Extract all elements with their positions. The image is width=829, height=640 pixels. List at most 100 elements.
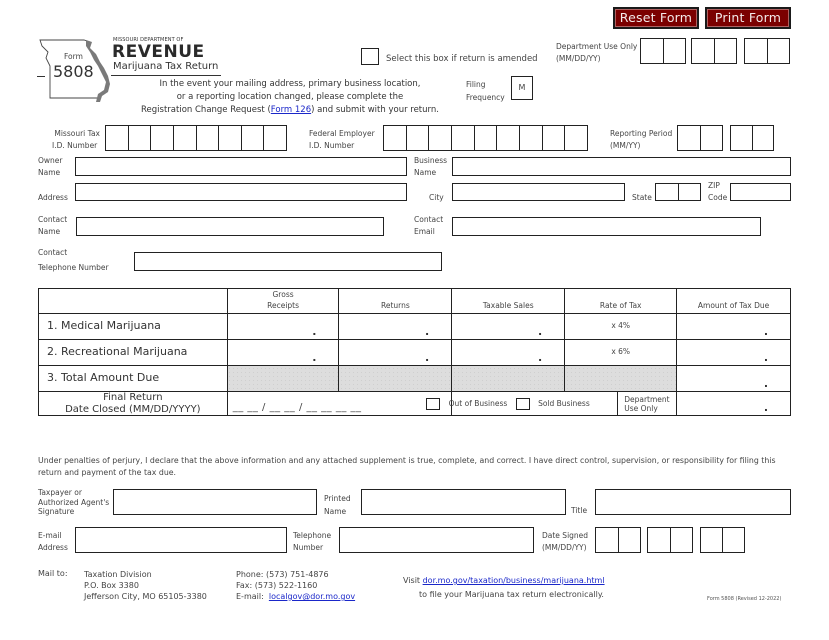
dept-use-month[interactable] [640, 38, 686, 64]
title-input[interactable] [595, 489, 791, 515]
email-text: E-mail [38, 531, 62, 540]
reporting-period-label: Reporting Period (MM/YY) [610, 128, 672, 152]
business-name-text: Name [414, 168, 437, 177]
printed-name-label: Printed Name [324, 492, 351, 518]
contact-info: Phone: (573) 751-4876 Fax: (573) 522-116… [236, 569, 355, 602]
city-input[interactable] [452, 183, 625, 201]
shaded-cell [338, 365, 453, 392]
address-label: Address [38, 193, 68, 202]
visit-line-2: to file your Marijuana tax return electr… [419, 590, 604, 599]
shaded-cell [451, 365, 566, 392]
contact-email-text: Contact [414, 215, 444, 224]
dept-use-day[interactable] [691, 38, 737, 64]
table-row: 2. Recreational Marijuana . . . x 6% . [38, 339, 791, 366]
state-input[interactable] [655, 183, 701, 201]
dept-use-year[interactable] [744, 38, 790, 64]
email-label: E-mail Address [38, 530, 68, 554]
dept-use-text: Department Use Only [556, 42, 638, 51]
notice-line-3: Registration Change Request (Form 126) a… [120, 104, 460, 117]
row-label: 3. Total Amount Due [38, 365, 228, 392]
reporting-period-month[interactable] [677, 125, 723, 151]
out-of-business-label: Out of Business [448, 398, 508, 408]
date-signed-text: Date Signed [542, 531, 589, 540]
address-change-notice: In the event your mailing address, prima… [120, 78, 460, 117]
medical-returns-input[interactable]: . [338, 313, 453, 340]
form-126-link[interactable]: Form 126 [271, 105, 311, 115]
header-taxable-sales: Taxable Sales [451, 288, 566, 314]
notice-line-1: In the event your mailing address, prima… [159, 79, 421, 89]
filing-text: Filing [466, 80, 486, 89]
final-return-row: Final Return Date Closed (MM/DD/YYYY) __… [38, 391, 791, 416]
printed-name-input[interactable] [361, 489, 566, 515]
telephone-number-text: Telephone Number [38, 263, 109, 272]
name-text: Name [324, 507, 347, 516]
email-link[interactable]: localgov@dor.mo.gov [269, 592, 355, 601]
period-format: (MM/YY) [610, 141, 641, 150]
tax-table: Gross Receipts Returns Taxable Sales Rate… [38, 288, 791, 416]
signature-input[interactable] [113, 489, 317, 515]
header-amount-due: Amount of Tax Due [676, 288, 791, 314]
filing-frequency-value: M [518, 83, 526, 92]
footer-phone: Phone: (573) 751-4876 [236, 570, 329, 579]
date-signed-day[interactable] [647, 527, 693, 553]
medical-gross-input[interactable]: . [226, 313, 340, 340]
address-input[interactable] [75, 183, 407, 201]
header-rate-of-tax: Rate of Tax [564, 288, 678, 314]
contact-name-input[interactable] [76, 217, 384, 236]
email-label-text: E-mail: [236, 592, 264, 601]
out-of-business-checkbox[interactable] [426, 397, 441, 410]
dept-use-only-cell: Department Use Only [617, 391, 678, 416]
mo-tax-text-2: I.D. Number [52, 141, 98, 150]
fein-text-2: I.D. Number [309, 141, 355, 150]
zip-text: ZIP [708, 181, 720, 190]
amended-checkbox[interactable] [361, 48, 379, 65]
reporting-period-year[interactable] [730, 125, 774, 151]
sold-business-label: Sold Business [538, 398, 590, 408]
header-blank [38, 288, 228, 314]
dept-use-format: (MM/DD/YY) [556, 54, 601, 63]
medical-tax-due-input[interactable]: . [676, 313, 791, 340]
zip-input[interactable] [730, 183, 791, 201]
address-text: Address [38, 543, 68, 552]
email-input[interactable] [75, 527, 287, 553]
form-title-underline [111, 75, 221, 76]
final-return-text: Final Return [103, 392, 163, 403]
business-status-options: Out of Business Sold Business [426, 391, 619, 416]
table-row: 3. Total Amount Due . [38, 365, 791, 392]
contact-phone-input[interactable] [134, 252, 442, 271]
total-tax-due-input[interactable]: . [676, 365, 791, 392]
city-label: City [429, 193, 444, 202]
recreational-tax-due-input[interactable]: . [676, 339, 791, 366]
owner-name-input[interactable] [75, 157, 407, 176]
receipts-text: Receipts [267, 301, 300, 310]
final-return-label: Final Return Date Closed (MM/DD/YYYY) [38, 391, 228, 416]
reset-form-button[interactable]: Reset Form [613, 7, 699, 29]
mo-tax-id-field[interactable] [105, 125, 287, 151]
date-closed-input[interactable]: __ __ / __ __ / __ __ __ __ [226, 391, 453, 416]
form-number: 5808 [53, 62, 94, 81]
dept-use-amount: . [676, 391, 791, 416]
row-label: 2. Recreational Marijuana [38, 339, 228, 366]
mo-tax-text: Missouri Tax [54, 129, 100, 138]
fein-text: Federal Employer [309, 129, 375, 138]
fein-field[interactable] [383, 125, 588, 151]
header-returns: Returns [338, 288, 453, 314]
print-form-button[interactable]: Print Form [705, 7, 791, 29]
form-label: Form [64, 52, 83, 61]
date-signed-year[interactable] [700, 527, 745, 553]
recreational-taxable-input[interactable]: . [451, 339, 566, 366]
business-name-input[interactable] [452, 157, 791, 176]
email-text: Email [414, 227, 435, 236]
recreational-gross-input[interactable]: . [226, 339, 340, 366]
contact-phone-label: Contact Telephone Number [38, 245, 109, 275]
contact-email-input[interactable] [452, 217, 761, 236]
date-signed-month[interactable] [595, 527, 641, 553]
signature-text: Signature [38, 507, 75, 516]
medical-taxable-input[interactable]: . [451, 313, 566, 340]
recreational-returns-input[interactable]: . [338, 339, 453, 366]
dept-use-label: Department Use Only (MM/DD/YY) [556, 41, 637, 65]
marijuana-website-link[interactable]: dor.mo.gov/taxation/business/marijuana.h… [423, 576, 605, 585]
telephone-text: Telephone [293, 531, 332, 540]
telephone-input[interactable] [339, 527, 534, 553]
sold-business-checkbox[interactable] [515, 397, 530, 410]
